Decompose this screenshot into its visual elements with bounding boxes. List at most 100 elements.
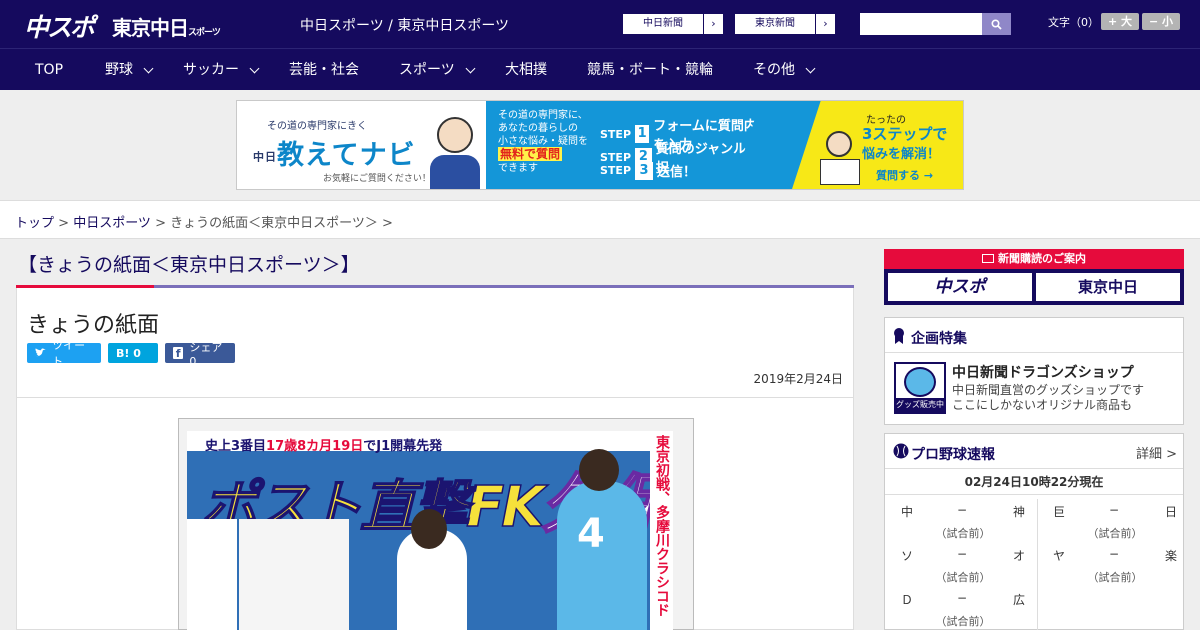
- newspaper-front-page-image: 史上3番目17歳8カ月19日でJ1開幕先発 ポスト直撃FK久保 4 東京初戦、多…: [187, 431, 673, 630]
- team-away: 日: [1164, 505, 1177, 519]
- baseball-scores-header: プロ野球速報 詳細 >: [885, 434, 1183, 469]
- expert-illustration: [437, 117, 473, 153]
- twitter-icon: [35, 348, 46, 357]
- game-chunichi-hanshin[interactable]: 中 − 神 （試合前）: [893, 499, 1033, 543]
- tokyo-chunichi-logo[interactable]: 東京中日スポーツ: [112, 12, 221, 41]
- nav-label: 競馬・ボート・競輪: [587, 62, 713, 78]
- baseball-icon: [893, 443, 909, 459]
- game-status: （試合前）: [935, 527, 991, 540]
- font-smaller-button[interactable]: − 小: [1142, 13, 1180, 30]
- game-teams: 巨 − 日: [1045, 499, 1185, 521]
- facebook-share-label: シェア 0: [189, 340, 223, 368]
- banner-question-text: その道の専門家に、 あなたの暮らしの 小さな悩み・疑問を 無料で質問 できます: [498, 109, 588, 175]
- ribbon-icon: [894, 328, 904, 344]
- laptop-illustration: [820, 159, 860, 185]
- game-status: （試合前）: [1087, 527, 1143, 540]
- banner-brand-prefix: 中日: [253, 150, 277, 164]
- nav-item-soccer[interactable]: サッカー: [183, 49, 260, 91]
- facebook-share-button[interactable]: f シェア 0: [165, 341, 235, 368]
- banner-ask-button[interactable]: 質問する →: [876, 167, 933, 183]
- banner-q-line: あなたの暮らしの: [498, 123, 578, 134]
- baseball-scores-title: プロ野球速報: [911, 447, 995, 463]
- user-illustration: [826, 131, 852, 157]
- nav-item-top[interactable]: TOP: [35, 49, 63, 91]
- search-input[interactable]: [860, 13, 983, 35]
- search-button[interactable]: [982, 13, 1011, 35]
- breadcrumb-bar: トップ > 中日スポーツ > きょうの紙面＜東京中日スポーツ＞ >: [0, 200, 1200, 239]
- game-status: （試合前）: [935, 571, 991, 584]
- nav-item-baseball[interactable]: 野球: [105, 49, 154, 91]
- game-softbank-orix[interactable]: ソ − オ （試合前）: [893, 543, 1033, 587]
- score-dash: −: [1109, 503, 1120, 517]
- scores-detail-link[interactable]: 詳細 >: [1136, 443, 1177, 462]
- main-nav: TOP 野球 サッカー 芸能・社会 スポーツ 大相撲 競馬・ボート・競輪 その他: [0, 48, 1200, 90]
- article-title: きょうの紙面: [27, 313, 160, 338]
- player-photo-right: 4: [557, 449, 647, 630]
- team-home: Ｄ: [901, 593, 914, 607]
- chevron-right-icon: ›: [815, 14, 835, 34]
- newspaper-frame[interactable]: 史上3番目17歳8カ月19日でJ1開幕先発 ポスト直撃FK久保 4 東京初戦、多…: [178, 418, 694, 630]
- newspaper-image-card: 史上3番目17歳8カ月19日でJ1開幕先発 ポスト直撃FK久保 4 東京初戦、多…: [16, 398, 854, 630]
- special-features-panel: 企画特集 グッズ販売中 中日新聞ドラゴンズショップ 中日新聞直営のグッズショップ…: [884, 317, 1184, 425]
- breadcrumb-section[interactable]: 中日スポーツ: [73, 216, 151, 231]
- subscription-box[interactable]: 新聞購読のご案内 中スポ 東京中日: [884, 249, 1184, 305]
- breadcrumb-home[interactable]: トップ: [15, 216, 54, 231]
- oshiete-navi-banner[interactable]: その道の専門家にきく 中日教えてナビ お気軽にご質問ください！ その道の専門家に…: [236, 100, 964, 190]
- breadcrumb-current: きょうの紙面＜東京中日スポーツ＞ >: [170, 216, 393, 231]
- tokyo-shimbun-link[interactable]: 東京新聞 ›: [734, 13, 836, 35]
- scores-divider: [1037, 499, 1038, 630]
- step-text: 送信！: [657, 165, 697, 180]
- breadcrumb: トップ > 中日スポーツ > きょうの紙面＜東京中日スポーツ＞ >: [15, 212, 393, 231]
- game-yakult-rakuten[interactable]: ヤ − 楽 （試合前）: [1045, 543, 1185, 587]
- player-head: [579, 449, 619, 491]
- paper-body-text-block: [239, 519, 349, 630]
- dragons-shop-name[interactable]: 中日新聞ドラゴンズショップ: [952, 362, 1134, 382]
- site-title[interactable]: 中日スポーツ / 東京中日スポーツ: [300, 15, 509, 35]
- sub-chuspo-logo[interactable]: 中スポ: [888, 273, 1032, 301]
- hatena-bookmark-button[interactable]: B! 0: [108, 343, 158, 363]
- hatena-label: B! 0: [116, 346, 141, 360]
- chuspo-logo[interactable]: 中スポ: [24, 8, 95, 44]
- font-larger-button[interactable]: + 大: [1101, 13, 1139, 30]
- chevron-down-icon: [465, 63, 476, 73]
- tokyo-logo-small: スポーツ: [188, 28, 221, 38]
- game-giants-nippon[interactable]: 巨 − 日 （試合前）: [1045, 499, 1185, 543]
- scores-grid: 中 − 神 （試合前） 巨 − 日 （試合前） ソ − オ （試合前） ヤ − 楽 （試合前） …: [885, 495, 1183, 630]
- nav-item-sports[interactable]: スポーツ: [399, 49, 476, 91]
- game-status: （試合前）: [1087, 571, 1143, 584]
- search-icon: [991, 18, 1002, 30]
- nav-label: 野球: [105, 62, 133, 78]
- team-home: 中: [901, 505, 914, 519]
- banner-right-line: 3ステップで: [862, 125, 948, 143]
- paper-subheadline: 史上3番目17歳8カ月19日でJ1開幕先発: [205, 435, 442, 454]
- score-dash: −: [957, 547, 968, 561]
- chunichi-shimbun-link[interactable]: 中日新聞 ›: [622, 13, 724, 35]
- paper-headline-part: 史上3番目: [205, 439, 267, 454]
- top-header: 中スポ 東京中日スポーツ 中日スポーツ / 東京中日スポーツ 中日新聞 › 東京…: [0, 0, 1200, 48]
- team-home: 巨: [1053, 505, 1066, 519]
- banner-steps: その道の専門家に、 あなたの暮らしの 小さな悩み・疑問を 無料で質問 できます …: [486, 101, 776, 189]
- chevron-down-icon: [143, 63, 154, 73]
- nav-item-sumo[interactable]: 大相撲: [505, 49, 547, 91]
- paper-headline-part: 17歳8カ月19日: [266, 439, 364, 454]
- tweet-button[interactable]: ツイート: [27, 339, 101, 368]
- game-teams: 中 − 神: [893, 499, 1033, 521]
- paper-left-column: [187, 519, 237, 630]
- chevron-down-icon: [249, 63, 260, 73]
- paper-headline-part: でJ1開幕先発: [363, 439, 443, 454]
- banner-left: その道の専門家にきく 中日教えてナビ お気軽にご質問ください！: [237, 101, 486, 189]
- sub-tokyo-chunichi-logo[interactable]: 東京中日: [1036, 273, 1180, 301]
- game-teams: ソ − オ: [893, 543, 1033, 565]
- chevron-down-icon: [805, 63, 816, 73]
- score-dash: −: [957, 591, 968, 605]
- banner-free-highlight: 無料で質問: [498, 147, 563, 161]
- nav-item-other[interactable]: その他: [753, 49, 816, 91]
- score-dash: −: [957, 503, 968, 517]
- banner-area: その道の専門家にきく 中日教えてナビ お気軽にご質問ください！ その道の専門家に…: [0, 90, 1200, 200]
- dragons-shop-logo[interactable]: グッズ販売中: [894, 362, 946, 414]
- special-features-title: 企画特集: [911, 331, 967, 347]
- game-dena-hiroshima[interactable]: Ｄ − 広 （試合前）: [893, 587, 1033, 630]
- nav-item-entertainment[interactable]: 芸能・社会: [289, 49, 359, 91]
- tweet-label: ツイート: [52, 339, 86, 368]
- nav-item-racing[interactable]: 競馬・ボート・競輪: [587, 49, 713, 91]
